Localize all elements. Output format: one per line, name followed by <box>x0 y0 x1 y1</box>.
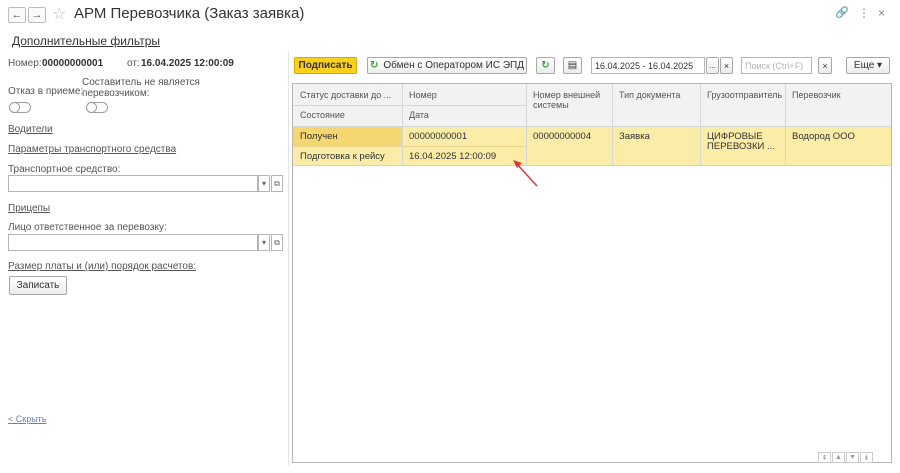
documents-table[interactable]: Статус доставки до ... Номер Номер внешн… <box>292 83 892 463</box>
number-label: Номер: <box>8 58 42 69</box>
scroll-bottom-button[interactable]: ⇟ <box>860 452 873 463</box>
column-doc-type[interactable]: Тип документа <box>614 86 685 104</box>
menu-icon[interactable]: ⋮ <box>858 6 870 20</box>
chevron-down-icon: ▾ <box>261 238 266 247</box>
annotation-arrow-icon <box>513 160 538 187</box>
window-title: АРМ Перевозчика (Заказ заявка) <box>74 5 305 22</box>
column-shipper[interactable]: Грузоотправитель <box>702 86 787 104</box>
column-status[interactable]: Статус доставки до ... <box>295 86 396 104</box>
chevron-up-icon: ▲ <box>835 454 842 461</box>
favorite-star-icon[interactable]: ☆ <box>52 4 66 24</box>
search-clear-button[interactable]: × <box>818 57 832 74</box>
responsible-dropdown-button[interactable]: ▾ <box>258 234 270 251</box>
double-down-icon: ⇟ <box>863 454 870 462</box>
additional-filters-link[interactable]: Дополнительные фильтры <box>12 34 160 48</box>
refusal-toggle[interactable] <box>9 102 31 113</box>
hide-panel-link[interactable]: < Скрыть <box>8 414 46 424</box>
cell-ext-number: 00000000004 <box>533 131 592 142</box>
scroll-down-button[interactable]: ▼ <box>846 452 859 463</box>
filter-panel: Дополнительные фильтры Номер: 0000000000… <box>0 30 290 473</box>
back-arrow-icon: ← <box>11 9 23 21</box>
from-value: 16.04.2025 12:00:09 <box>141 58 234 69</box>
exchange-button-label: Обмен с Оператором ИС ЭПД <box>383 60 524 71</box>
column-carrier[interactable]: Перевозчик <box>787 86 846 104</box>
column-state[interactable]: Состояние <box>295 106 350 124</box>
vehicle-label: Транспортное средство: <box>8 164 121 175</box>
panel-divider <box>288 52 289 465</box>
cell-shipper: ЦИФРОВЫЕ ПЕРЕВОЗКИ ... <box>707 131 775 152</box>
period-field[interactable]: 16.04.2025 - 16.04.2025 <box>591 57 705 74</box>
drivers-link[interactable]: Водители <box>8 124 53 135</box>
link-icon[interactable]: 🔗 <box>835 6 849 19</box>
close-icon[interactable]: × <box>878 6 885 20</box>
open-form-icon: ⧉ <box>274 237 280 247</box>
cell-status: Получен <box>300 131 338 142</box>
cell-carrier: Водород ООО <box>792 131 855 142</box>
vehicle-dropdown-button[interactable]: ▾ <box>258 175 270 192</box>
search-input[interactable]: Поиск (Ctrl+F) <box>741 57 812 74</box>
sign-button[interactable]: Подписать <box>294 57 357 74</box>
forward-button[interactable]: → <box>28 7 46 23</box>
vehicle-open-button[interactable]: ⧉ <box>271 175 283 192</box>
trailers-link[interactable]: Прицепы <box>8 203 50 214</box>
column-date[interactable]: Дата <box>404 106 434 124</box>
responsible-input[interactable] <box>8 234 258 251</box>
double-up-icon: ⇞ <box>821 454 828 462</box>
from-label: от: <box>127 58 140 69</box>
exchange-button[interactable]: ↻ Обмен с Оператором ИС ЭПД <box>367 57 527 74</box>
responsible-label: Лицо ответственное за перевозку: <box>8 222 167 233</box>
composer-toggle[interactable] <box>86 102 108 113</box>
title-bar: ← → ☆ АРМ Перевозчика (Заказ заявка) 🔗 ⋮… <box>0 0 900 30</box>
write-button[interactable]: Записать <box>9 276 67 295</box>
number-value: 00000000001 <box>42 58 104 69</box>
payment-link[interactable]: Размер платы и (или) порядок расчетов: <box>8 261 196 272</box>
cell-doc-type: Заявка <box>619 131 650 142</box>
refresh-icon: ↻ <box>541 60 550 71</box>
close-icon: × <box>723 60 730 71</box>
composer-label: Составитель не является перевозчиком: <box>82 77 200 99</box>
document-icon: ▤ <box>567 60 578 71</box>
cell-number: 00000000001 <box>409 131 468 142</box>
open-form-icon: ⧉ <box>274 178 280 188</box>
refusal-label: Отказ в приеме: <box>8 86 84 97</box>
refresh-button[interactable]: ↻ <box>536 57 555 74</box>
document-button[interactable]: ▤ <box>563 57 582 74</box>
vehicle-params-link[interactable]: Параметры транспортного средства <box>8 144 176 155</box>
period-select-button[interactable]: ... <box>706 57 719 74</box>
cell-date: 16.04.2025 12:00:09 <box>409 151 497 162</box>
chevron-down-icon: ▾ <box>261 179 266 188</box>
forward-arrow-icon: → <box>31 9 43 21</box>
scroll-top-button[interactable]: ⇞ <box>818 452 831 463</box>
scroll-controls: ⇞ ▲ ▼ ⇟ <box>818 452 873 463</box>
more-button[interactable]: Еще ▾ <box>846 57 890 74</box>
refresh-icon: ↻ <box>370 60 379 71</box>
responsible-open-button[interactable]: ⧉ <box>271 234 283 251</box>
period-clear-button[interactable]: × <box>720 57 733 74</box>
column-number[interactable]: Номер <box>404 86 442 104</box>
column-ext-number[interactable]: Номер внешней системы <box>528 86 612 114</box>
scroll-up-button[interactable]: ▲ <box>832 452 845 463</box>
cell-state: Подготовка к рейсу <box>300 151 385 162</box>
back-button[interactable]: ← <box>8 7 26 23</box>
close-icon: × <box>822 60 828 71</box>
vehicle-input[interactable] <box>8 175 258 192</box>
chevron-down-icon: ▼ <box>849 454 856 461</box>
